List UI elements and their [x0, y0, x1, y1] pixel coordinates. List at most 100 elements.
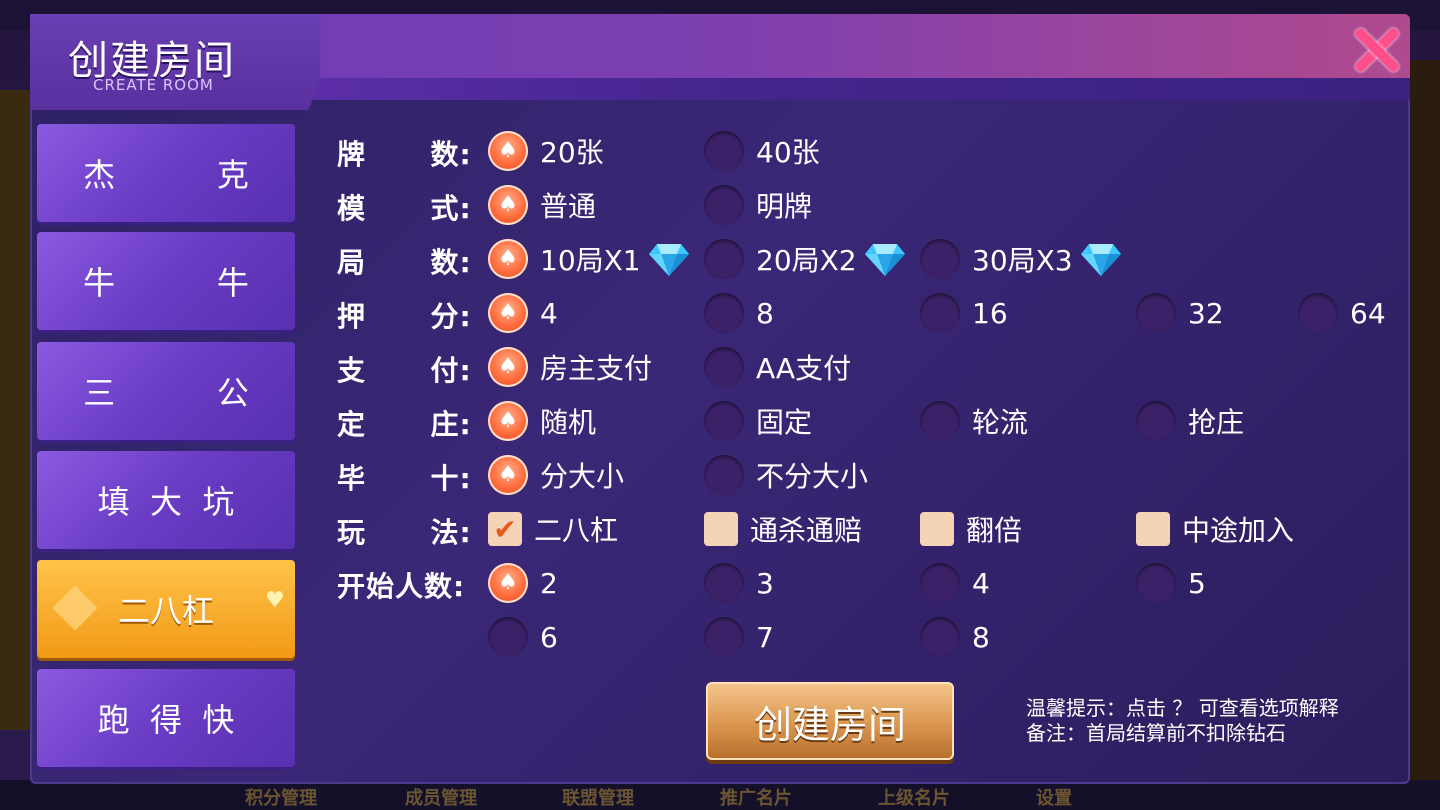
option-item[interactable]: 通杀通赔 [704, 509, 862, 549]
spade-icon: ♠ [498, 354, 518, 379]
option-label: 普通 [540, 190, 597, 223]
radio-button[interactable]: ♠ [488, 455, 528, 495]
option-item[interactable]: 5 [1136, 563, 1206, 603]
bottom-nav-item: 推广名片 [720, 788, 792, 809]
option-item[interactable]: 6 [488, 617, 558, 657]
option-label: 32 [1188, 296, 1224, 330]
checkbox[interactable] [704, 512, 738, 546]
radio-button[interactable] [704, 401, 744, 441]
option-item[interactable]: ♠ 随机 [488, 401, 596, 441]
radio-button[interactable] [488, 617, 528, 657]
option-item[interactable]: ♠ 分大小 [488, 455, 624, 495]
sidebar-item-5[interactable]: 跑 得 快 [37, 669, 295, 767]
option-item[interactable]: 32 [1136, 293, 1224, 333]
sidebar-item-1[interactable]: 牛 牛 [37, 232, 295, 330]
radio-button[interactable] [1136, 293, 1176, 333]
option-label: 分大小 [540, 460, 625, 493]
background-bottom-nav: 积分管理 成员管理 联盟管理 推广名片 上级名片 设置 [0, 780, 1440, 810]
checkbox[interactable] [920, 512, 954, 546]
option-label: 随机 [540, 406, 597, 439]
radio-button[interactable]: ♠ [488, 347, 528, 387]
radio-button[interactable] [920, 239, 960, 279]
option-item[interactable]: ♠ 普通 [488, 185, 596, 225]
option-item[interactable]: 16 [920, 293, 1008, 333]
radio-button[interactable] [704, 131, 744, 171]
option-label: 40张 [756, 136, 820, 169]
sidebar-item-4[interactable]: ♥ 二八杠 [37, 560, 295, 658]
radio-button[interactable] [704, 617, 744, 657]
sidebar-item-2[interactable]: 三 公 [37, 342, 295, 440]
radio-button[interactable]: ♠ [488, 293, 528, 333]
radio-button[interactable] [704, 239, 744, 279]
option-item[interactable]: ♠ 4 [488, 293, 558, 333]
option-item[interactable]: 不分大小 [704, 455, 868, 495]
sidebar-item-label: 牛 牛 [83, 264, 249, 302]
checkbox[interactable]: ✔ [488, 512, 522, 546]
radio-button[interactable] [704, 563, 744, 603]
option-item[interactable]: 轮流 [920, 401, 1028, 441]
radio-button[interactable] [1136, 563, 1176, 603]
option-label: 10局X1 [540, 244, 641, 277]
option-item[interactable]: ♠ 2 [488, 563, 558, 603]
option-item[interactable]: 30局X3 [920, 239, 1121, 279]
spade-icon: ♠ [498, 570, 518, 595]
option-item[interactable]: AA支付 [704, 347, 851, 387]
close-icon[interactable] [1348, 22, 1404, 78]
radio-button[interactable] [920, 401, 960, 441]
radio-button[interactable] [920, 563, 960, 603]
option-item[interactable]: 明牌 [704, 185, 812, 225]
dialog-subtitle: CREATE ROOM [93, 76, 214, 94]
create-room-button[interactable]: 创建房间 [706, 682, 954, 760]
option-item[interactable]: 8 [920, 617, 990, 657]
radio-button[interactable] [920, 293, 960, 333]
radio-button[interactable]: ♠ [488, 239, 528, 279]
option-row-label: 支 付: [337, 354, 472, 387]
option-label: 4 [540, 296, 558, 330]
spade-icon: ♠ [498, 408, 518, 433]
radio-button[interactable] [1136, 401, 1176, 441]
option-row-label: 局 数: [337, 246, 472, 279]
option-item[interactable]: ♠ 10局X1 [488, 239, 689, 279]
option-row-label: 玩 法: [337, 516, 472, 549]
bottom-nav-item: 积分管理 [245, 788, 317, 809]
radio-button[interactable]: ♠ [488, 185, 528, 225]
radio-button[interactable]: ♠ [488, 563, 528, 603]
radio-button[interactable] [704, 455, 744, 495]
option-item[interactable]: 40张 [704, 131, 820, 171]
radio-button[interactable] [704, 347, 744, 387]
option-item[interactable]: 翻倍 [920, 509, 1022, 549]
option-row-label: 开始人数: [337, 570, 466, 603]
option-item[interactable]: 固定 [704, 401, 812, 441]
option-label: 3 [756, 566, 774, 600]
option-item[interactable]: 64 [1298, 293, 1386, 333]
option-item[interactable]: 7 [704, 617, 774, 657]
option-item[interactable]: ♠ 房主支付 [488, 347, 652, 387]
radio-button[interactable]: ♠ [488, 131, 528, 171]
option-label: 轮流 [972, 406, 1029, 439]
option-label: 16 [972, 296, 1008, 330]
option-item[interactable]: 中途加入 [1136, 509, 1294, 549]
radio-button[interactable]: ♠ [488, 401, 528, 441]
background-left-panel [0, 90, 30, 730]
create-room-dialog: 创建房间 CREATE ROOM 杰 克牛 牛三 公填 大 坑 ♥ 二八杠跑 得 快… [30, 14, 1410, 784]
radio-button[interactable] [704, 293, 744, 333]
dialog-titlebar: 创建房间 CREATE ROOM [30, 14, 1410, 110]
bottom-nav-item: 联盟管理 [562, 788, 634, 809]
radio-button[interactable] [920, 617, 960, 657]
option-label: 二八杠 [534, 514, 619, 547]
checkbox[interactable] [1136, 512, 1170, 546]
sidebar-item-3[interactable]: 填 大 坑 [37, 451, 295, 549]
radio-button[interactable] [704, 185, 744, 225]
option-item[interactable]: 20局X2 [704, 239, 905, 279]
option-label: 4 [972, 566, 990, 600]
option-item[interactable]: ♠ 20张 [488, 131, 604, 171]
option-item[interactable]: 抢庄 [1136, 401, 1244, 441]
option-item[interactable]: 3 [704, 563, 774, 603]
bottom-nav-item: 成员管理 [405, 788, 477, 809]
option-item[interactable]: ✔ 二八杠 [488, 509, 618, 549]
sidebar-item-0[interactable]: 杰 克 [37, 124, 295, 222]
option-item[interactable]: 4 [920, 563, 990, 603]
radio-button[interactable] [1298, 293, 1338, 333]
option-row-label: 模 式: [337, 192, 472, 225]
option-item[interactable]: 8 [704, 293, 774, 333]
